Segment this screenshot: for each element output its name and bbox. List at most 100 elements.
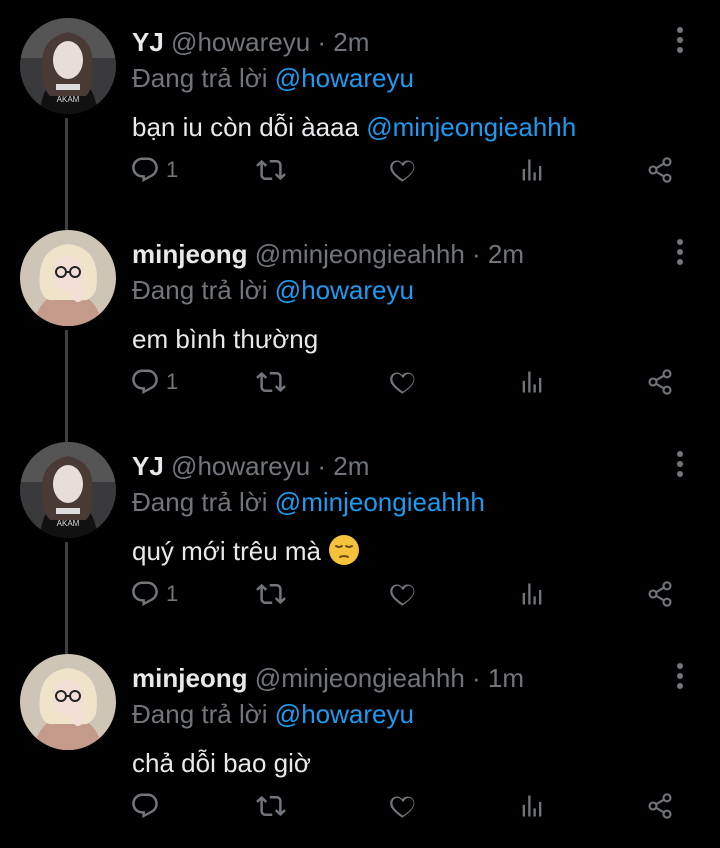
tweet[interactable]: YJ @howareyu · 2m Đang trả lời @minjeong… (0, 424, 720, 636)
reply-icon (130, 367, 160, 397)
separator-dot: · (310, 451, 334, 481)
like-icon (388, 579, 418, 609)
action-bar: 1 (130, 150, 690, 190)
timestamp[interactable]: 2m (488, 239, 524, 269)
tweet-header: minjeong @minjeongieahhh · 2m (132, 238, 524, 270)
share-button[interactable] (646, 574, 674, 614)
like-button[interactable] (388, 786, 418, 826)
replying-mention[interactable]: @howareyu (275, 63, 414, 93)
reply-button[interactable]: 1 (130, 574, 178, 614)
replying-mention[interactable]: @minjeongieahhh (275, 487, 485, 517)
avatar[interactable] (20, 18, 116, 114)
user-handle[interactable]: @minjeongieahhh (255, 239, 465, 269)
replying-prefix: Đang trả lời (132, 699, 268, 729)
pensive-face-icon (328, 534, 360, 566)
separator-dot: · (464, 239, 488, 269)
user-handle[interactable]: @minjeongieahhh (255, 663, 465, 693)
views-icon (518, 580, 546, 608)
replying-mention[interactable]: @howareyu (275, 699, 414, 729)
share-button[interactable] (646, 786, 674, 826)
like-button[interactable] (388, 574, 418, 614)
tweet-text: quý mới trêu mà (132, 534, 360, 568)
tweet-text-content: bạn iu còn dỗi àaaa (132, 112, 359, 142)
reply-button[interactable] (130, 786, 166, 826)
reply-icon (130, 791, 160, 821)
views-button[interactable] (518, 150, 546, 190)
replying-to: Đang trả lời @minjeongieahhh (132, 486, 485, 518)
share-icon (646, 368, 674, 396)
views-button[interactable] (518, 786, 546, 826)
timestamp[interactable]: 1m (488, 663, 524, 693)
reply-button[interactable]: 1 (130, 362, 178, 402)
views-icon (518, 792, 546, 820)
like-button[interactable] (388, 362, 418, 402)
user-handle[interactable]: @howareyu (171, 27, 310, 57)
views-button[interactable] (518, 574, 546, 614)
tweet[interactable]: minjeong @minjeongieahhh · 1m Đang trả l… (0, 636, 720, 848)
views-button[interactable] (518, 362, 546, 402)
retweet-button[interactable] (256, 150, 286, 190)
separator-dot: · (310, 27, 334, 57)
reply-count: 1 (166, 369, 179, 394)
avatar[interactable] (20, 442, 116, 538)
views-icon (518, 368, 546, 396)
yj-avatar-image (20, 18, 116, 114)
reply-count: 1 (166, 581, 179, 606)
avatar[interactable] (20, 230, 116, 326)
minjeong-avatar-image (20, 230, 116, 326)
share-button[interactable] (646, 150, 674, 190)
display-name[interactable]: YJ (132, 27, 164, 57)
tweet[interactable]: minjeong @minjeongieahhh · 2m Đang trả l… (0, 212, 720, 424)
replying-to: Đang trả lời @howareyu (132, 62, 414, 94)
share-button[interactable] (646, 362, 674, 402)
more-icon[interactable] (670, 662, 690, 690)
more-icon[interactable] (670, 450, 690, 478)
tweet-text: bạn iu còn dỗi àaaa @minjeongieahhh (132, 110, 576, 144)
tweet-text-content: quý mới trêu mà (132, 536, 321, 566)
reply-button[interactable]: 1 (130, 150, 178, 190)
display-name[interactable]: minjeong (132, 663, 248, 693)
tweet-text: chả dỗi bao giờ (132, 746, 311, 780)
like-icon (388, 155, 418, 185)
replying-to: Đang trả lời @howareyu (132, 274, 414, 306)
action-bar: 1 (130, 362, 690, 402)
display-name[interactable]: YJ (132, 451, 164, 481)
text-mention[interactable]: @minjeongieahhh (366, 112, 576, 142)
replying-prefix: Đang trả lời (132, 487, 268, 517)
action-bar: 1 (130, 574, 690, 614)
tweet-text: em bình thường (132, 322, 318, 356)
timestamp[interactable]: 2m (333, 27, 369, 57)
retweet-button[interactable] (256, 786, 286, 826)
tweet-header: YJ @howareyu · 2m (132, 450, 369, 482)
reply-icon (130, 579, 160, 609)
tweet-text-content: chả dỗi bao giờ (132, 748, 311, 778)
display-name[interactable]: minjeong (132, 239, 248, 269)
timestamp[interactable]: 2m (333, 451, 369, 481)
tweet[interactable]: YJ @howareyu · 2m Đang trả lời @howareyu… (0, 0, 720, 212)
like-icon (388, 367, 418, 397)
retweet-button[interactable] (256, 574, 286, 614)
tweet-header: minjeong @minjeongieahhh · 1m (132, 662, 524, 694)
tweet-header: YJ @howareyu · 2m (132, 26, 369, 58)
replying-prefix: Đang trả lời (132, 63, 268, 93)
like-button[interactable] (388, 150, 418, 190)
avatar[interactable] (20, 654, 116, 750)
retweet-icon (256, 367, 286, 397)
action-bar (130, 786, 690, 826)
reply-icon (130, 155, 160, 185)
share-icon (646, 792, 674, 820)
retweet-icon (256, 155, 286, 185)
replying-mention[interactable]: @howareyu (275, 275, 414, 305)
retweet-icon (256, 791, 286, 821)
retweet-button[interactable] (256, 362, 286, 402)
user-handle[interactable]: @howareyu (171, 451, 310, 481)
views-icon (518, 156, 546, 184)
reply-count: 1 (166, 157, 179, 182)
separator-dot: · (464, 663, 488, 693)
share-icon (646, 580, 674, 608)
yj-avatar-image (20, 442, 116, 538)
more-icon[interactable] (670, 26, 690, 54)
retweet-icon (256, 579, 286, 609)
replying-prefix: Đang trả lời (132, 275, 268, 305)
more-icon[interactable] (670, 238, 690, 266)
